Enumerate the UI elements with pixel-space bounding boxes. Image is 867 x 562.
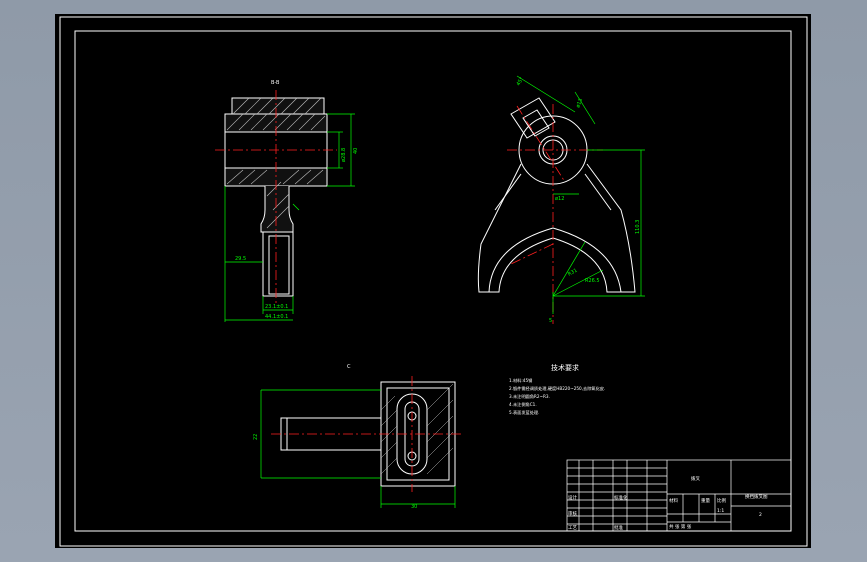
tech-req-line: 2.锻件需经调质处理,硬度HB220~250,去除氧化皮. — [509, 385, 605, 392]
dim-side-center: 5 — [549, 318, 552, 324]
dim-plan-left: 22 — [253, 434, 259, 440]
dim-plan-width: 30 — [411, 504, 417, 510]
cad-drawing-canvas[interactable]: B-B 40 ø28.8 29.5 23.1±0.1 44.1±0.1 45° … — [55, 14, 811, 548]
side-lug — [510, 97, 556, 139]
title-approve-label: 批准 — [614, 524, 623, 531]
title-designer-label: 设计 — [568, 494, 577, 501]
plan-hatch — [380, 383, 454, 475]
title-part-name: 拨叉 — [691, 475, 700, 482]
cad-viewport[interactable]: B-B 40 ø28.8 29.5 23.1±0.1 44.1±0.1 45° … — [55, 14, 811, 548]
side-fork-edge-left — [494, 173, 522, 211]
tech-req-line: 5.表面发蓝处理. — [509, 409, 539, 416]
title-weight-label: 重量 — [701, 497, 710, 504]
front-top-block — [231, 97, 325, 115]
title-scale-label: 比例 — [717, 497, 726, 504]
title-scale-value: 1:1 — [717, 508, 724, 514]
dim-side-arc: R26.5 — [585, 278, 600, 284]
tech-req-line: 4.未注倒角C1. — [509, 401, 537, 408]
dim-front-height-a: 40 — [353, 148, 359, 154]
dim-front-width-b: 44.1±0.1 — [265, 314, 288, 320]
tech-requirements-lines: 1.材料:45钢 2.锻件需经调质处理,硬度HB220~250,去除氧化皮. 3… — [509, 377, 605, 416]
title-process-label: 工艺 — [568, 525, 577, 531]
dim-side-top-angle: 45° — [516, 76, 526, 87]
drawing-outer-border — [59, 16, 808, 547]
plan-view-label: C — [347, 364, 351, 370]
side-fork-view — [477, 97, 636, 293]
front-stem — [260, 186, 294, 233]
dim-side-boss: ø13 — [575, 98, 584, 109]
drawing-inner-border — [74, 30, 792, 532]
dim-front-height-b: ø28.8 — [341, 148, 347, 162]
title-sheet-label: 共 张 第 张 — [669, 523, 692, 530]
title-checker-label: 审核 — [568, 510, 577, 517]
dim-front-width-a: 23.1±0.1 — [265, 304, 288, 310]
side-lug-slot — [522, 109, 550, 137]
dim-side-height: 110.3 — [635, 220, 641, 234]
tech-requirements-title: 技术要求 — [551, 363, 579, 372]
title-std-label: 标准化 — [614, 494, 628, 501]
front-view-label: B-B — [271, 80, 280, 86]
side-fork-inner-arc — [488, 227, 622, 293]
title-drawing-title: 换挡拨叉图 — [745, 493, 768, 500]
dim-front-stem: 29.5 — [235, 256, 246, 262]
plan-centerlines — [271, 376, 463, 492]
plan-dimensions — [260, 389, 456, 508]
title-material-label: 材料 — [669, 497, 678, 504]
side-fork-body — [477, 163, 636, 293]
side-dimensions — [516, 75, 645, 314]
title-drawing-no: 2 — [759, 512, 762, 518]
dim-side-hole: ø12 — [555, 196, 564, 202]
tech-req-line: 3.未注明圆角R2~R3. — [509, 393, 550, 400]
tech-req-line: 1.材料:45钢 — [509, 377, 532, 384]
